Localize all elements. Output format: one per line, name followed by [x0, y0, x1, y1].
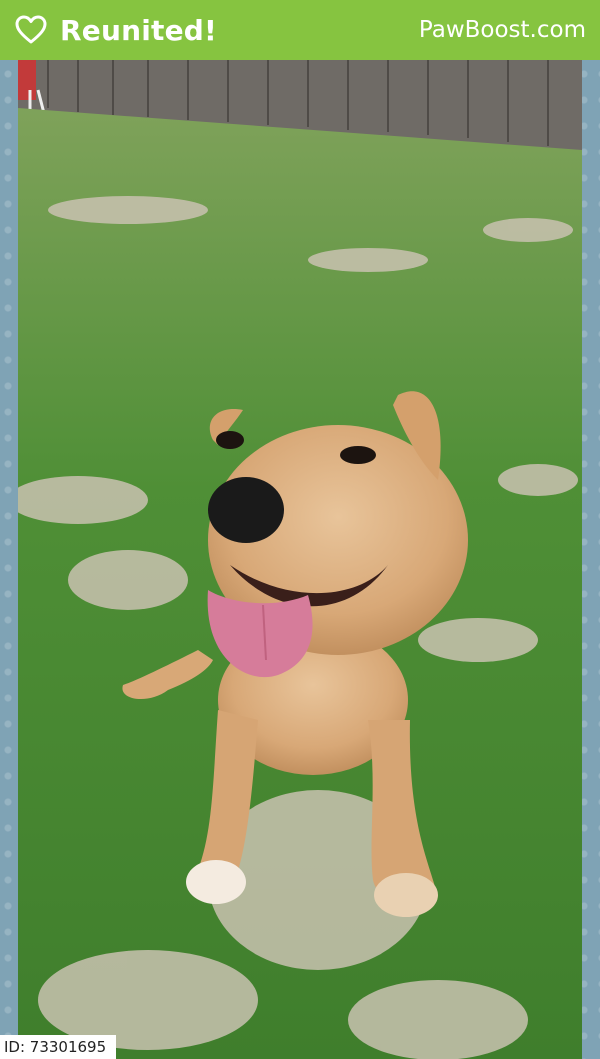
- header-title: Reunited!: [60, 13, 218, 47]
- dog-photo: [18, 60, 582, 1059]
- header-bar: Reunited! PawBoost.com: [0, 0, 600, 60]
- id-tag: ID: 73301695: [0, 1035, 117, 1059]
- brand-link[interactable]: PawBoost.com: [419, 17, 586, 43]
- heart-icon: [14, 13, 48, 47]
